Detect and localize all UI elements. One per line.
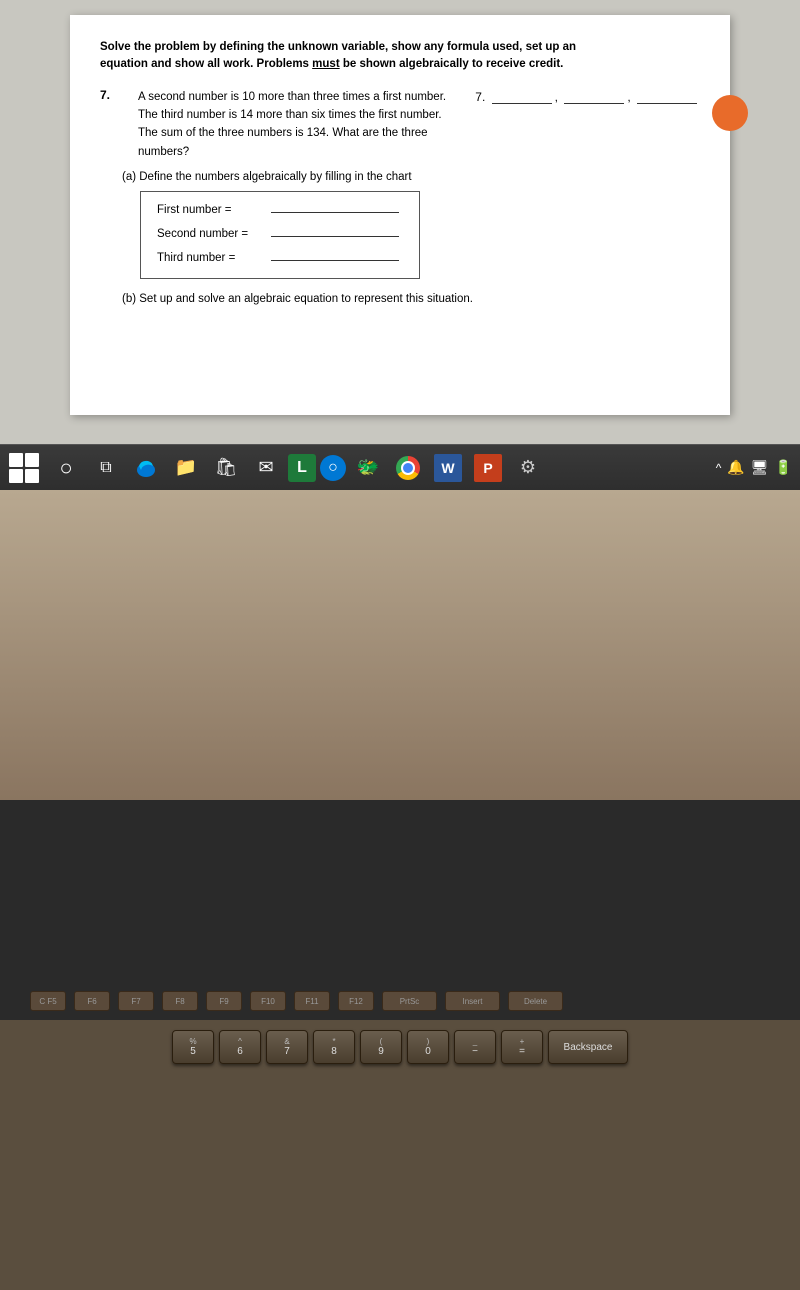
file-explorer-icon[interactable]: 📁 <box>168 450 204 486</box>
first-number-label: First number = <box>157 204 267 216</box>
powerpoint-icon[interactable]: P <box>470 450 506 486</box>
word-icon[interactable]: W <box>430 450 466 486</box>
circle-app-icon[interactable]: ○ <box>320 455 346 481</box>
screen-icon[interactable]: 🖥 <box>751 459 769 476</box>
third-number-blank[interactable] <box>271 260 399 261</box>
laptop-body: C F5 F6 F7 F8 F9 F10 F11 F12 PrtSc Inser… <box>0 490 800 800</box>
mail-icon[interactable]: ✉ <box>248 450 284 486</box>
document-area: Solve the problem by defining the unknow… <box>0 0 800 444</box>
store-icon[interactable]: 🛍 <box>208 450 244 486</box>
part-b-label: (b) Set up and solve an algebraic equati… <box>122 293 700 305</box>
taskbar-right: ^ 🔔 🖥 🔋 <box>716 459 792 476</box>
start-button[interactable] <box>8 450 44 486</box>
key-9[interactable]: ( 9 <box>360 1030 402 1064</box>
edge-icon[interactable] <box>128 450 164 486</box>
key-f11[interactable]: F11 <box>294 991 330 1011</box>
launcher-l-icon[interactable]: L <box>288 454 316 482</box>
key-prtsc[interactable]: PrtSc <box>382 991 437 1011</box>
third-number-row: Third number = <box>157 252 399 264</box>
part-a-label: (a) Define the numbers algebraically by … <box>122 171 700 183</box>
key-minus[interactable]: _ − <box>454 1030 496 1064</box>
answer-blanks: 7. , , <box>475 88 700 162</box>
key-f12[interactable]: F12 <box>338 991 374 1011</box>
key-f7[interactable]: F7 <box>118 991 154 1011</box>
task-view-button[interactable]: ⧉ <box>88 450 124 486</box>
key-8[interactable]: * 8 <box>313 1030 355 1064</box>
second-number-blank[interactable] <box>271 236 399 237</box>
definition-chart: First number = Second number = Third num… <box>140 191 420 279</box>
number-key-row: % 5 ^ 6 & 7 * 8 ( 9 ) 0 <box>172 1030 628 1064</box>
instructions-text: Solve the problem by defining the unknow… <box>100 39 700 74</box>
key-equals[interactable]: + = <box>501 1030 543 1064</box>
answer-blank-2 <box>564 103 624 104</box>
game-icon[interactable]: 🐲 <box>350 450 386 486</box>
answer-blank-3 <box>637 103 697 104</box>
key-f9[interactable]: F9 <box>206 991 242 1011</box>
orange-circle-decoration <box>712 95 748 131</box>
battery-icon[interactable]: 🔋 <box>775 459 792 476</box>
answer-blank-1 <box>492 103 552 104</box>
key-6[interactable]: ^ 6 <box>219 1030 261 1064</box>
function-key-row: C F5 F6 F7 F8 F9 F10 F11 F12 PrtSc Inser… <box>30 986 770 1016</box>
document-paper: Solve the problem by defining the unknow… <box>70 15 730 415</box>
key-f10[interactable]: F10 <box>250 991 286 1011</box>
up-arrow-icon[interactable]: ^ <box>716 461 722 475</box>
problem-number: 7. <box>100 88 118 162</box>
first-number-row: First number = <box>157 204 399 216</box>
key-insert[interactable]: Insert <box>445 991 500 1011</box>
key-c-f5[interactable]: C F5 <box>30 991 66 1011</box>
laptop-screen: Solve the problem by defining the unknow… <box>0 0 800 490</box>
chrome-icon[interactable] <box>390 450 426 486</box>
third-number-label: Third number = <box>157 252 267 264</box>
key-f6[interactable]: F6 <box>74 991 110 1011</box>
key-5[interactable]: % 5 <box>172 1030 214 1064</box>
notifications-icon[interactable]: 🔔 <box>727 459 744 476</box>
taskbar: ○ ⧉ 📁 🛍 ✉ L ○ 🐲 W <box>0 444 800 490</box>
search-button[interactable]: ○ <box>48 450 84 486</box>
problem-text: A second number is 10 more than three ti… <box>138 88 455 162</box>
settings-icon[interactable]: ⚙ <box>510 450 546 486</box>
key-backspace[interactable]: Backspace <box>548 1030 628 1064</box>
problem-7-section: 7. A second number is 10 more than three… <box>100 88 700 162</box>
keyboard-area: % 5 ^ 6 & 7 * 8 ( 9 ) 0 <box>0 1020 800 1290</box>
first-number-blank[interactable] <box>271 212 399 213</box>
key-delete[interactable]: Delete <box>508 991 563 1011</box>
second-number-row: Second number = <box>157 228 399 240</box>
key-f8[interactable]: F8 <box>162 991 198 1011</box>
key-7[interactable]: & 7 <box>266 1030 308 1064</box>
second-number-label: Second number = <box>157 228 267 240</box>
key-0[interactable]: ) 0 <box>407 1030 449 1064</box>
